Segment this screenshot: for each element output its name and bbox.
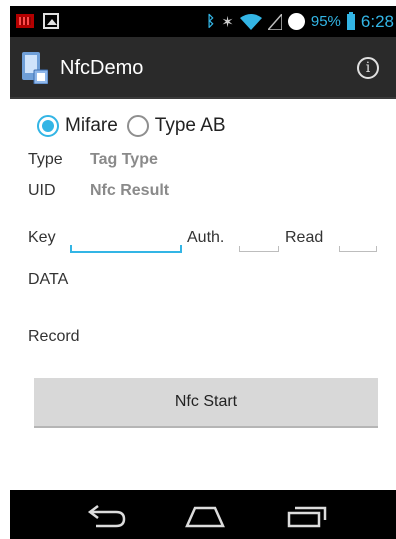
battery-icon <box>346 11 355 30</box>
nfc-start-label: Nfc Start <box>174 393 238 410</box>
recents-icon[interactable] <box>285 502 329 528</box>
uid-label: UID <box>28 182 56 199</box>
auth-label: Auth. <box>187 229 225 246</box>
nfc-start-button[interactable]: Nfc Start <box>34 378 378 428</box>
uid-value: Nfc Result <box>90 182 170 199</box>
wifi-icon <box>239 13 262 30</box>
clock: 6:28 <box>360 11 394 31</box>
signal-icon <box>267 13 282 30</box>
radio-mifare[interactable] <box>37 115 59 137</box>
battery-percent: 95% <box>310 13 341 30</box>
status-bar-right: ᛒ ✶ 95% 6:28 <box>206 6 394 37</box>
data-label: DATA <box>28 271 69 288</box>
navigation-bar <box>10 490 396 539</box>
info-button[interactable]: i <box>357 57 379 79</box>
app-icon <box>22 52 49 85</box>
back-icon[interactable] <box>84 502 130 528</box>
radio-mifare-label[interactable]: Mifare <box>65 115 118 137</box>
main-content: Mifare Type AB Type Tag Type UID Nfc Res… <box>10 99 396 490</box>
auth-input[interactable] <box>239 246 279 252</box>
vibrate-icon: ✶ <box>221 13 234 31</box>
read-input[interactable] <box>339 246 377 252</box>
notification-grid-icon <box>16 14 34 28</box>
info-icon: i <box>365 60 371 76</box>
bluetooth-icon: ᛒ <box>206 13 216 30</box>
sync-circle-icon <box>287 13 305 30</box>
app-title: NfcDemo <box>60 57 144 79</box>
radio-type-ab[interactable] <box>126 115 149 137</box>
key-label: Key <box>28 229 56 246</box>
type-label: Type <box>28 151 63 168</box>
record-label: Record <box>28 328 80 345</box>
gallery-icon <box>43 13 59 29</box>
status-bar: ᛒ ✶ 95% 6:28 <box>10 6 396 37</box>
read-label: Read <box>285 229 324 246</box>
radio-type-ab-label[interactable]: Type AB <box>155 115 226 137</box>
key-input[interactable] <box>70 245 182 253</box>
action-bar: NfcDemo i <box>10 37 396 99</box>
home-icon[interactable] <box>183 502 227 528</box>
mode-radio-group: Mifare Type AB <box>37 115 235 137</box>
type-value: Tag Type <box>90 151 158 168</box>
